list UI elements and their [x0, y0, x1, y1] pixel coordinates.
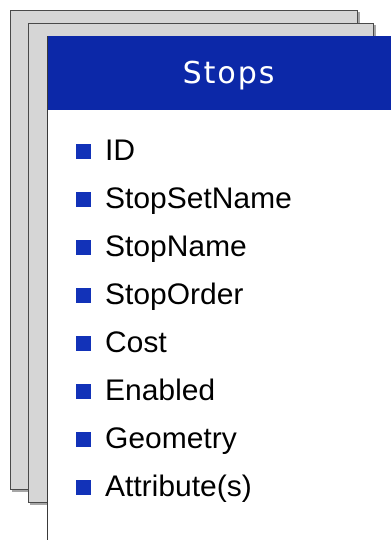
square-bullet-icon	[76, 143, 91, 159]
square-bullet-icon	[76, 479, 91, 495]
field-item-enabled: Enabled	[48, 368, 292, 414]
field-label: Geometry	[105, 422, 237, 455]
field-label: Cost	[105, 326, 167, 359]
field-label: StopSetName	[105, 182, 292, 215]
field-label: Enabled	[105, 374, 216, 407]
square-bullet-icon	[76, 239, 91, 255]
square-bullet-icon	[76, 335, 91, 351]
square-bullet-icon	[76, 191, 91, 207]
field-label: ID	[105, 134, 135, 167]
field-item-geometry: Geometry	[48, 416, 292, 462]
stops-table-card: Stops ID StopSetName StopName StopOrder …	[47, 36, 391, 540]
field-item-id: ID	[48, 128, 292, 174]
field-label: StopName	[105, 230, 247, 263]
field-list: ID StopSetName StopName StopOrder Cost E…	[48, 126, 292, 510]
field-item-stopsetname: StopSetName	[48, 176, 292, 222]
table-title: Stops	[182, 55, 277, 91]
square-bullet-icon	[76, 431, 91, 447]
field-item-stopname: StopName	[48, 224, 292, 270]
table-header: Stops	[48, 36, 391, 110]
field-item-stoporder: StopOrder	[48, 272, 292, 318]
square-bullet-icon	[76, 383, 91, 399]
field-item-cost: Cost	[48, 320, 292, 366]
field-item-attributes: Attribute(s)	[48, 464, 292, 510]
field-label: Attribute(s)	[105, 470, 252, 503]
field-label: StopOrder	[105, 278, 244, 311]
square-bullet-icon	[76, 287, 91, 303]
